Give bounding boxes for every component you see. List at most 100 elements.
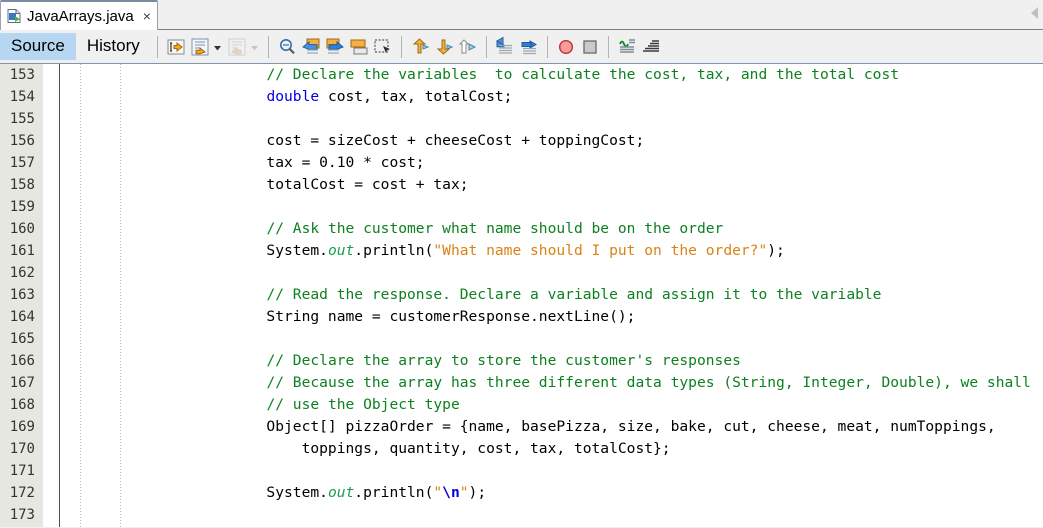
code-text: // Because the array has three different… (161, 372, 1031, 394)
document-tab-javaarrays[interactable]: JavaArrays.java × (0, 0, 158, 30)
token-comment: // Declare the array to store the custom… (266, 352, 741, 369)
code-line[interactable]: 156 cost = sizeCost + cheeseCost + toppi… (0, 130, 1043, 152)
document-tab-strip: JavaArrays.java × (0, 0, 1043, 30)
code-text: System.out.println("\n"); (161, 482, 486, 504)
tab-source[interactable]: Source (0, 32, 76, 60)
code-line[interactable]: 164 String name = customerResponse.nextL… (0, 306, 1043, 328)
back-icon[interactable] (189, 36, 211, 58)
tab-history[interactable]: History (76, 33, 151, 60)
token-plain: toppings, quantity, cost, tax, totalCost… (161, 440, 671, 457)
line-number: 164 (9, 309, 35, 325)
token-plain: String name = customerResponse.nextLine(… (161, 308, 636, 325)
line-number: 155 (9, 111, 35, 127)
netbeans-editor-window: JavaArrays.java × Source History 153 // … (0, 0, 1043, 528)
line-number: 167 (9, 375, 35, 391)
token-string: " (459, 484, 469, 501)
last-edit-position-icon[interactable] (165, 36, 187, 58)
toggle-highlight-icon[interactable] (348, 36, 370, 58)
java-file-icon (6, 8, 22, 24)
token-plain: totalCost = cost + tax; (161, 176, 469, 193)
code-text: Object[] pizzaOrder = {name, basePizza, … (161, 416, 996, 438)
previous-bookmark-icon[interactable] (409, 36, 431, 58)
shift-line-right-icon[interactable] (518, 36, 540, 58)
line-number: 171 (9, 463, 35, 479)
find-next-icon[interactable] (324, 36, 346, 58)
token-plain: tax = 0.10 * cost; (161, 154, 425, 171)
forward-dropdown-chevron-down-icon (249, 36, 260, 58)
line-number: 163 (9, 287, 35, 303)
token-keyword: double (266, 88, 320, 105)
code-line[interactable]: 168 // use the Object type (0, 394, 1043, 416)
inspect-members-icon[interactable] (616, 36, 638, 58)
code-line[interactable]: 154 double cost, tax, totalCost; (0, 86, 1043, 108)
token-plain: .println( (354, 242, 434, 259)
find-selection-icon[interactable] (276, 36, 298, 58)
line-number: 168 (9, 397, 35, 413)
code-line[interactable]: 157 tax = 0.10 * cost; (0, 152, 1043, 174)
token-comment: // Because the array has three different… (266, 374, 1031, 391)
code-lines[interactable]: 153 // Declare the variables to calculat… (0, 64, 1043, 527)
token-plain: System. (161, 484, 328, 501)
code-text: // use the Object type (161, 394, 459, 416)
comment-lines-icon[interactable] (640, 36, 662, 58)
line-number: 161 (9, 243, 35, 259)
code-text: // Read the response. Declare a variable… (161, 284, 881, 306)
token-plain: System. (161, 242, 328, 259)
close-icon[interactable]: × (143, 9, 151, 23)
code-text: // Ask the customer what name should be … (161, 218, 723, 240)
code-text: cost = sizeCost + cheeseCost + toppingCo… (161, 130, 644, 152)
stop-icon[interactable] (579, 36, 601, 58)
back-dropdown-chevron-down-icon[interactable] (212, 36, 223, 58)
code-text: // Declare the array to store the custom… (161, 350, 741, 372)
line-number: 153 (9, 67, 35, 83)
code-line[interactable]: 167 // Because the array has three diffe… (0, 372, 1043, 394)
next-bookmark-icon[interactable] (433, 36, 455, 58)
toggle-bookmark-icon[interactable] (457, 36, 479, 58)
scroll-tabs-left-icon[interactable] (1031, 7, 1038, 19)
toolbar-separator (156, 35, 158, 58)
code-line[interactable]: 153 // Declare the variables to calculat… (0, 64, 1043, 86)
code-line[interactable]: 171 (0, 460, 1043, 482)
find-previous-icon[interactable] (300, 36, 322, 58)
line-number: 158 (9, 177, 35, 193)
token-plain: ); (767, 242, 785, 259)
toolbar-separator (607, 35, 609, 58)
line-number: 170 (9, 441, 35, 457)
token-string: " (433, 484, 443, 501)
token-field: out (327, 484, 355, 501)
forward-icon (226, 36, 248, 58)
line-number: 154 (9, 89, 35, 105)
code-line[interactable]: 160 // Ask the customer what name should… (0, 218, 1043, 240)
code-text: totalCost = cost + tax; (161, 174, 469, 196)
token-string: "What name should I put on the order?" (433, 242, 768, 259)
code-line[interactable]: 155 (0, 108, 1043, 130)
code-line[interactable]: 162 (0, 262, 1043, 284)
code-line[interactable]: 166 // Declare the array to store the cu… (0, 350, 1043, 372)
code-line[interactable]: 161 System.out.println("What name should… (0, 240, 1043, 262)
code-line[interactable]: 170 toppings, quantity, cost, tax, total… (0, 438, 1043, 460)
toggle-rectangular-selection-icon[interactable] (372, 36, 394, 58)
code-line[interactable]: 159 (0, 196, 1043, 218)
toolbar-separator (400, 35, 402, 58)
code-editor[interactable]: 153 // Declare the variables to calculat… (0, 64, 1043, 527)
token-plain: Object[] pizzaOrder = {name, basePizza, … (161, 418, 996, 435)
token-plain: ); (468, 484, 487, 501)
code-line[interactable]: 172 System.out.println("\n"); (0, 482, 1043, 504)
toggle-breakpoint-icon[interactable] (555, 36, 577, 58)
code-line[interactable]: 163 // Read the response. Declare a vari… (0, 284, 1043, 306)
line-number: 172 (9, 485, 35, 501)
code-line[interactable]: 173 (0, 504, 1043, 526)
line-number: 165 (9, 331, 35, 347)
code-text: double cost, tax, totalCost; (161, 86, 512, 108)
code-line[interactable]: 165 (0, 328, 1043, 350)
toolbar-separator (546, 35, 548, 58)
toolbar-separator (485, 35, 487, 58)
code-line[interactable]: 169 Object[] pizzaOrder = {name, basePiz… (0, 416, 1043, 438)
token-comment: // Declare the variables to calculate th… (266, 66, 900, 83)
code-line[interactable]: 158 totalCost = cost + tax; (0, 174, 1043, 196)
shift-line-left-icon[interactable] (494, 36, 516, 58)
